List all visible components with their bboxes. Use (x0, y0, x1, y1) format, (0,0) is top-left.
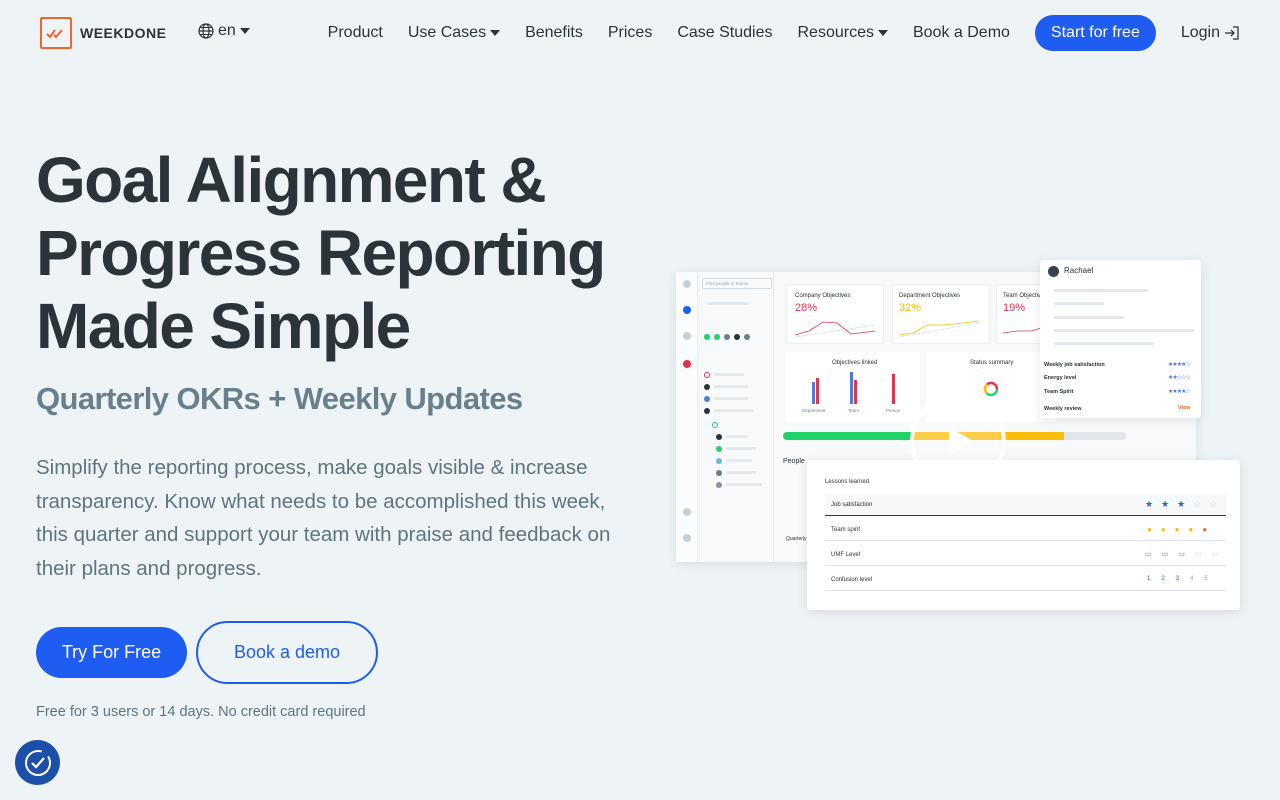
book-a-demo-button[interactable]: Book a demo (196, 621, 378, 684)
language-label: en (218, 22, 236, 39)
hero-title: Goal Alignment & Progress Reporting Made… (36, 144, 656, 363)
nav-use-cases[interactable]: Use Cases (407, 24, 501, 42)
nav-prices[interactable]: Prices (608, 24, 652, 42)
nav-case-studies[interactable]: Case Studies (677, 24, 772, 42)
hero-description: Simplify the reporting process, make goa… (36, 456, 611, 580)
nav-resources[interactable]: Resources (798, 24, 888, 42)
start-for-free-button[interactable]: Start for free (1034, 15, 1156, 51)
nav-prices-label: Prices (607, 24, 653, 41)
battery-scale-icon: ▭▭▭▭▭ (1145, 551, 1229, 558)
nav-book-demo[interactable]: Book a Demo (913, 24, 1010, 42)
top-navigation: WEEKDONE en Product Use Cases Benefits P… (0, 0, 1280, 66)
login-icon (1225, 26, 1239, 40)
globe-icon (198, 23, 214, 39)
bar-label: Department (802, 408, 826, 413)
play-video-button[interactable] (910, 393, 1006, 489)
view-link[interactable]: View (1178, 405, 1190, 411)
nav-product-label: Product (327, 24, 383, 41)
bar-label: Person (886, 408, 901, 413)
lessons-row: Team spirit ●●●●● (825, 519, 1226, 541)
logo-checkmark-icon (40, 17, 72, 49)
lessons-row: UMF Level ▭▭▭▭▭ (825, 544, 1226, 566)
quarterly-label: Quarterly (786, 536, 807, 542)
rachael-row-label: Weekly review (1044, 406, 1082, 412)
company-objectives-card: Company Objectives 28% (786, 284, 884, 344)
rating-stars-icon: ★★★★☆ (1168, 389, 1191, 395)
scale-value: 3 (1175, 576, 1180, 582)
consent-check-icon (24, 749, 51, 776)
objectives-linked-label: Objectives linked (832, 360, 878, 366)
company-objectives-label: Company Objectives (795, 293, 851, 299)
hero-subtitle: Quarterly OKRs + Weekly Updates (36, 381, 523, 416)
rating-stars-icon: ★★☆☆☆ (1168, 375, 1191, 381)
scale-value: 2 (1161, 576, 1165, 582)
main-menu: Product Use Cases Benefits Prices Case S… (328, 15, 1240, 51)
nav-resources-label: Resources (797, 24, 874, 41)
login-label: Login (1180, 24, 1220, 41)
nav-product[interactable]: Product (328, 24, 383, 42)
hero-title-line: Goal Alignment & (36, 144, 547, 216)
free-trial-note: Free for 3 users or 14 days. No credit c… (36, 704, 366, 720)
scale-value: 1 (1147, 576, 1151, 582)
search-people-input[interactable]: Find people or teams (702, 278, 772, 289)
people-label: People (783, 458, 805, 465)
lessons-row-label: Job satisfaction (831, 502, 873, 508)
company-objectives-value: 28% (795, 302, 818, 314)
logo-text: WEEKDONE (80, 25, 167, 41)
bar-label: Team (848, 408, 860, 413)
nav-book-demo-label: Book a Demo (912, 24, 1010, 41)
lessons-row-label: Confusion level (831, 577, 873, 583)
lessons-row: Confusion level 1 2 3 4 5 (825, 569, 1226, 591)
start-for-free-label: Start for free (1050, 24, 1140, 41)
department-objectives-card: Department Objectives 32% (892, 284, 990, 344)
lessons-row-label: Team spirit (831, 527, 861, 533)
scale-value: 4 (1190, 576, 1194, 582)
status-donut (983, 381, 999, 397)
chevron-down-icon (490, 30, 501, 36)
login-link[interactable]: Login (1181, 24, 1240, 42)
rachael-row-label: Team Spirit (1044, 389, 1074, 395)
dashboard-sidebar (676, 272, 698, 562)
rating-stars-icon: ★★★☆☆ (1145, 499, 1226, 509)
chevron-down-icon (877, 30, 888, 36)
weekdone-logo[interactable]: WEEKDONE (40, 17, 166, 49)
department-objectives-value: 32% (899, 302, 922, 314)
try-for-free-button[interactable]: Try For Free (36, 627, 187, 678)
lessons-row: Job satisfaction ★★★☆☆ (825, 494, 1226, 516)
hero-title-line: Made Simple (36, 290, 411, 362)
language-selector[interactable]: en (198, 22, 250, 40)
progress-bar-green (783, 432, 914, 440)
rating-stars-icon: ★★★★☆ (1168, 362, 1191, 368)
nav-use-cases-label: Use Cases (407, 24, 487, 41)
cookie-consent-button[interactable] (15, 740, 60, 785)
scale-value: 5 (1204, 576, 1208, 582)
people-tree: Find people or teams (698, 272, 774, 562)
emoji-scale-icon: ●●●●● (1147, 525, 1217, 534)
team-objectives-value: 19% (1003, 302, 1026, 314)
rachael-row-label: Weekly job satisfaction (1044, 362, 1105, 368)
chevron-down-icon (239, 28, 250, 34)
product-video-mockup[interactable]: Find people or teams Company Objectives … (676, 260, 1246, 620)
lessons-learned-card: Lessons learned Job satisfaction ★★★☆☆ T… (807, 460, 1240, 610)
objectives-linked-card: Objectives linked Department Team Person (786, 352, 920, 422)
rachael-name: Rachael (1064, 266, 1094, 275)
department-objectives-label: Department Objectives (899, 293, 961, 299)
rachael-review-card: Rachael Weekly job satisfaction Energy l… (1040, 260, 1201, 418)
play-icon (949, 427, 973, 455)
lessons-title: Lessons learned (825, 479, 870, 485)
number-scale: 1 2 3 4 5 (1147, 576, 1208, 582)
nav-benefits-label: Benefits (525, 24, 583, 41)
hero-title-line: Progress Reporting (36, 217, 606, 289)
nav-benefits[interactable]: Benefits (525, 24, 583, 42)
rachael-row-label: Energy level (1044, 375, 1077, 381)
nav-case-studies-label: Case Studies (677, 24, 773, 41)
lessons-row-label: UMF Level (831, 552, 861, 558)
status-summary-label: Status summary (970, 360, 1014, 366)
